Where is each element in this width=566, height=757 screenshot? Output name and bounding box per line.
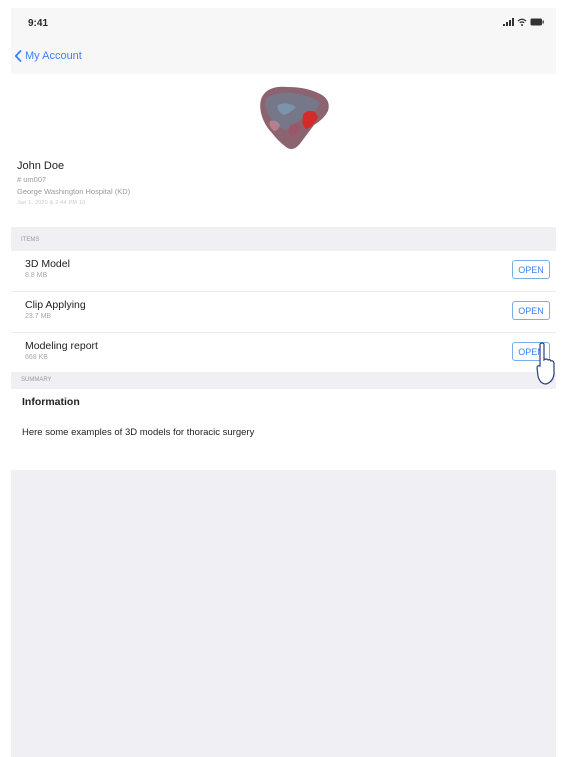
list-item: Modeling report 668 KB OPEN <box>11 333 556 373</box>
status-time: 9:41 <box>28 18 49 29</box>
hand-pointer-icon <box>536 342 555 385</box>
battery-icon <box>530 18 544 26</box>
item-name: Modeling report <box>25 340 98 352</box>
open-clip-applying-button[interactable]: OPEN <box>512 301 550 320</box>
item-size: 8.8 MB <box>25 272 48 279</box>
back-button-label: My Account <box>25 50 82 62</box>
patient-hospital: George Washington Hospital (KD) <box>17 187 131 196</box>
patient-info: John Doe # um007 George Washington Hospi… <box>17 160 130 206</box>
patient-date: Jan 1, 2020 & 2:44 PM 10 <box>17 200 86 206</box>
patient-name: John Doe <box>17 160 65 172</box>
item-size: 23.7 MB <box>25 313 52 320</box>
chevron-left-icon <box>14 50 22 62</box>
summary-panel: Information Here some examples of 3D mod… <box>11 389 556 467</box>
items-section-header: ITEMS <box>11 227 556 251</box>
open-3d-model-button[interactable]: OPEN <box>512 260 550 279</box>
summary-section-header: SUMMARY <box>11 372 556 389</box>
navigation-bar: My Account <box>11 40 556 74</box>
patient-id: # um007 <box>17 175 47 184</box>
summary-title: Information <box>22 396 80 408</box>
app-frame: 9:41 My Account John Doe # um007 George … <box>11 8 556 757</box>
status-bar: 9:41 <box>11 8 556 40</box>
summary-text: Here some examples of 3D models for thor… <box>22 427 255 438</box>
status-icons <box>503 18 544 26</box>
list-item: 3D Model 8.8 MB OPEN <box>11 251 556 292</box>
empty-area <box>11 470 556 757</box>
items-list: 3D Model 8.8 MB OPEN Clip Applying 23.7 … <box>11 251 556 373</box>
3d-model-thumbnail[interactable] <box>256 81 334 157</box>
item-name: Clip Applying <box>25 299 86 311</box>
back-button[interactable]: My Account <box>14 50 82 62</box>
item-name: 3D Model <box>25 258 70 270</box>
wifi-icon <box>517 18 527 26</box>
list-item: Clip Applying 23.7 MB OPEN <box>11 292 556 333</box>
signal-icon <box>503 18 514 26</box>
item-size: 668 KB <box>25 354 48 361</box>
